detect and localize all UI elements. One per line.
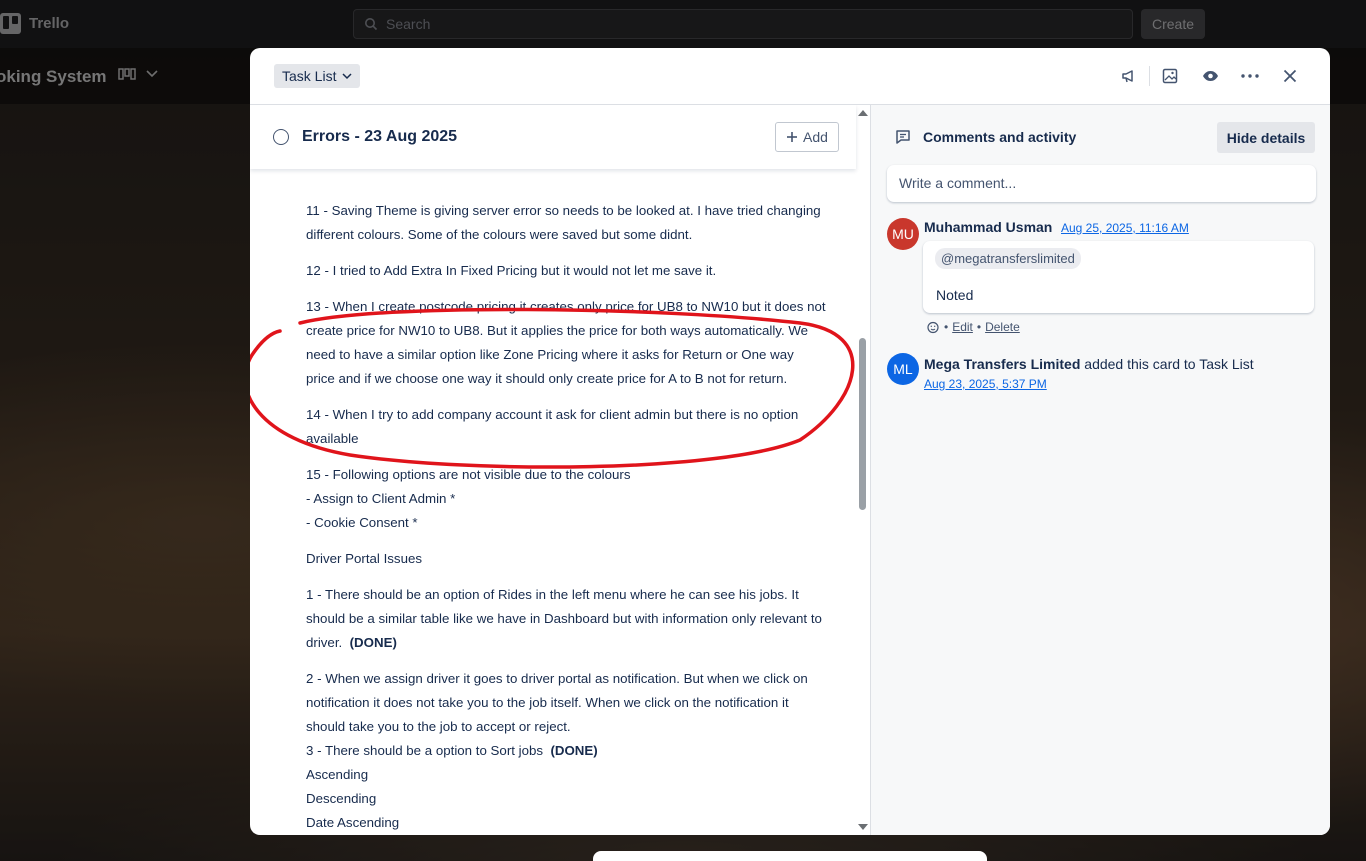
- bottom-popup: [593, 851, 987, 861]
- comment-author[interactable]: Muhammad Usman: [924, 219, 1052, 235]
- activity-heading: Comments and activity: [923, 129, 1077, 145]
- chevron-down-icon: [342, 72, 352, 79]
- comment-icon: [896, 130, 910, 144]
- plus-icon: [787, 132, 798, 142]
- description-item-14: 14 - When I try to add company account i…: [306, 407, 799, 446]
- activity-date[interactable]: Aug 23, 2025, 5:37 PM: [924, 377, 1047, 391]
- driver-item-3: 3 - There should be a option to Sort job…: [306, 743, 598, 758]
- card-title[interactable]: Errors - 23 Aug 2025: [302, 128, 457, 146]
- list-name: Task List: [282, 68, 337, 84]
- description-item-12: 12 - I tried to Add Extra In Fixed Prici…: [306, 263, 717, 278]
- modal-actions: [1109, 62, 1310, 90]
- more-options-icon[interactable]: [1230, 62, 1270, 90]
- description-item-13: 13 - When I create postcode pricing it c…: [306, 299, 826, 386]
- separator-dot: •: [944, 320, 949, 334]
- watch-eye-icon[interactable]: [1190, 62, 1230, 90]
- activity-pane: Comments and activity Hide details Write…: [870, 105, 1330, 835]
- comment-date[interactable]: Aug 25, 2025, 11:16 AM: [1061, 221, 1189, 235]
- description-item-15a: - Assign to Client Admin *: [306, 491, 456, 506]
- card-header: Errors - 23 Aug 2025 Add: [250, 105, 856, 169]
- megaphone-icon[interactable]: [1109, 62, 1149, 90]
- description-item-11: 11 - Saving Theme is giving server error…: [306, 203, 821, 242]
- add-label: Add: [803, 129, 828, 145]
- comment-actions: • Edit • Delete: [927, 320, 1020, 334]
- mention-tag[interactable]: @megatransferslimited: [935, 248, 1081, 269]
- description-scrollbar[interactable]: [856, 105, 870, 835]
- modal-header: Task List: [250, 48, 1330, 105]
- activity-action: added this card to Task List: [1084, 356, 1254, 372]
- driver-item-2: 2 - When we assign driver it goes to dri…: [306, 671, 808, 734]
- activity-header: Comments and activity: [895, 129, 1076, 145]
- avatar[interactable]: ML: [887, 353, 919, 385]
- sort-option: Descending: [306, 791, 377, 806]
- add-reaction-icon[interactable]: [927, 321, 940, 334]
- card-main-pane: Errors - 23 Aug 2025 Add 11 - Saving The…: [250, 105, 870, 835]
- scrollbar-thumb[interactable]: [859, 338, 866, 510]
- comment-input[interactable]: Write a comment...: [887, 165, 1316, 202]
- scroll-down-icon[interactable]: [858, 824, 868, 830]
- driver-item-1: 1 - There should be an option of Rides i…: [306, 587, 822, 650]
- activity-actor[interactable]: Mega Transfers Limited: [924, 356, 1080, 372]
- sort-option: Ascending: [306, 767, 369, 782]
- edit-link[interactable]: Edit: [952, 320, 973, 334]
- comment-text: Noted: [936, 287, 974, 303]
- comment-body: @megatransferslimited Noted: [923, 241, 1314, 313]
- list-selector[interactable]: Task List: [274, 64, 361, 88]
- done-label: (DONE): [550, 743, 598, 758]
- close-icon[interactable]: [1270, 62, 1310, 90]
- activity-event: Mega Transfers Limited added this card t…: [924, 356, 1254, 372]
- card-description[interactable]: 11 - Saving Theme is giving server error…: [306, 165, 826, 835]
- card-detail-modal: Task List Errors - 23 Aug 2025 Add 11 - …: [250, 48, 1330, 835]
- done-label: (DONE): [349, 635, 397, 650]
- image-icon[interactable]: [1150, 62, 1190, 90]
- scroll-up-icon[interactable]: [858, 110, 868, 116]
- sort-option: Date Ascending: [306, 815, 400, 830]
- delete-link[interactable]: Delete: [985, 320, 1020, 334]
- hide-details-button[interactable]: Hide details: [1217, 122, 1315, 153]
- add-button[interactable]: Add: [775, 122, 839, 152]
- avatar[interactable]: MU: [887, 218, 919, 250]
- description-item-15b: - Cookie Consent *: [306, 515, 418, 530]
- driver-portal-heading: Driver Portal Issues: [306, 551, 423, 566]
- complete-checkbox[interactable]: [273, 129, 289, 145]
- description-item-15: 15 - Following options are not visible d…: [306, 467, 631, 482]
- separator-dot: •: [976, 320, 982, 334]
